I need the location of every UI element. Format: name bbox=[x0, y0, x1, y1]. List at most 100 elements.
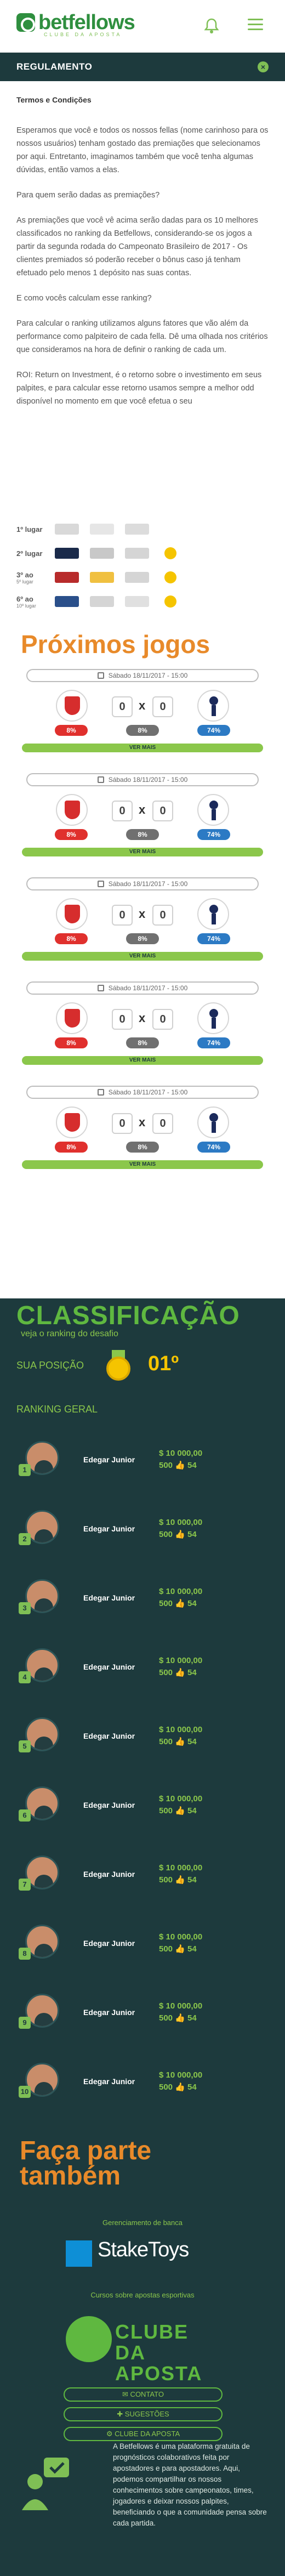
rank-number: 2 bbox=[19, 1533, 31, 1545]
user-name: Edegar Junior bbox=[83, 1732, 135, 1740]
ranking-row[interactable]: 6 Edegar Junior $ 10 000,00 500 👍 54 bbox=[16, 1785, 269, 1824]
bank-management-label: Gerenciamento de banca bbox=[102, 2218, 183, 2227]
game-date: Sábado 18/11/2017 - 15:00 bbox=[26, 981, 259, 995]
game-date: Sábado 18/11/2017 - 15:00 bbox=[26, 877, 259, 890]
prize-icon bbox=[90, 596, 114, 607]
home-odd-badge: 8% bbox=[55, 725, 88, 736]
see-more-button[interactable]: VER MAIS bbox=[22, 1160, 263, 1169]
draw-odd-badge: 8% bbox=[126, 1142, 159, 1153]
home-team-crest bbox=[56, 1107, 88, 1138]
your-position-label: SUA POSIÇÃO bbox=[16, 1360, 84, 1371]
coin-icon bbox=[164, 595, 176, 608]
game-card: Sábado 18/11/2017 - 15:00 0 x 0 8% 8% 74… bbox=[22, 773, 263, 877]
ranking-row[interactable]: 3 Edegar Junior $ 10 000,00 500 👍 54 bbox=[16, 1578, 269, 1616]
home-score-input[interactable]: 0 bbox=[112, 1113, 133, 1134]
see-more-button[interactable]: VER MAIS bbox=[22, 1056, 263, 1065]
home-score-input[interactable]: 0 bbox=[112, 1009, 133, 1030]
betfellows-logo[interactable]: betfellows bbox=[16, 12, 135, 33]
games-list: Sábado 18/11/2017 - 15:00 0 x 0 8% 8% 74… bbox=[0, 659, 285, 1190]
game-date: Sábado 18/11/2017 - 15:00 bbox=[26, 1086, 259, 1099]
draw-odd-badge: 8% bbox=[126, 725, 159, 736]
prize-row: 6º ao 10º lugar bbox=[16, 591, 269, 612]
rank-number: 3 bbox=[19, 1602, 31, 1614]
prize-icon bbox=[90, 548, 114, 559]
calendar-icon bbox=[97, 985, 104, 991]
ranking-row[interactable]: 1 Edegar Junior $ 10 000,00 500 👍 54 bbox=[16, 1440, 269, 1478]
user-name: Edegar Junior bbox=[83, 1593, 135, 1602]
ranking-row[interactable]: 7 Edegar Junior $ 10 000,00 500 👍 54 bbox=[16, 1854, 269, 1893]
versus-separator: x bbox=[139, 907, 146, 921]
away-team-crest bbox=[197, 794, 229, 826]
prize-icon bbox=[125, 572, 149, 583]
odds-row: 8% 8% 74% bbox=[55, 829, 230, 840]
match-row: 0 x 0 8% 8% 74% VER MAIS bbox=[22, 1102, 263, 1169]
ranking-row[interactable]: 9 Edegar Junior $ 10 000,00 500 👍 54 bbox=[16, 1993, 269, 2031]
away-score-input[interactable]: 0 bbox=[152, 1113, 173, 1134]
away-team-crest bbox=[197, 898, 229, 930]
user-name: Edegar Junior bbox=[83, 1801, 135, 1809]
user-name: Edegar Junior bbox=[83, 1870, 135, 1879]
game-card: Sábado 18/11/2017 - 15:00 0 x 0 8% 8% 74… bbox=[22, 877, 263, 981]
ranking-row[interactable]: 5 Edegar Junior $ 10 000,00 500 👍 54 bbox=[16, 1716, 269, 1755]
prize-icon bbox=[55, 596, 79, 607]
away-odd-badge: 74% bbox=[197, 1037, 230, 1048]
prize-icon bbox=[125, 596, 149, 607]
prize-table: 1º lugar 2º lugar 3º ao 5º lugar 6º ao 10º… bbox=[0, 519, 285, 617]
home-score-input[interactable]: 0 bbox=[112, 905, 133, 926]
clube-da-aposta-button[interactable]: ⚙ CLUBE DA APOSTA bbox=[64, 2427, 223, 2441]
close-icon[interactable]: × bbox=[258, 61, 269, 72]
ranking-row[interactable]: 10 Edegar Junior $ 10 000,00 500 👍 54 bbox=[16, 2062, 269, 2100]
logo-subtitle: CLUBE DA APOSTA bbox=[44, 32, 122, 37]
away-score-input[interactable]: 0 bbox=[152, 1009, 173, 1030]
home-score-input[interactable]: 0 bbox=[112, 801, 133, 821]
versus-separator: x bbox=[139, 1011, 146, 1025]
ranking-row[interactable]: 2 Edegar Junior $ 10 000,00 500 👍 54 bbox=[16, 1509, 269, 1547]
clube-da-aposta-logo[interactable]: CLUBE DA APOSTA bbox=[60, 2308, 225, 2384]
draw-odd-badge: 8% bbox=[126, 829, 159, 840]
rules-paragraph: Esperamos que você e todos os nossos fel… bbox=[16, 126, 269, 174]
odds-row: 8% 8% 74% bbox=[55, 1142, 230, 1153]
away-score-input[interactable]: 0 bbox=[152, 801, 173, 821]
rank-number: 8 bbox=[19, 1948, 31, 1960]
community-icon bbox=[22, 2458, 69, 2510]
odds-row: 8% 8% 74% bbox=[55, 1037, 230, 1048]
home-score-input[interactable]: 0 bbox=[112, 696, 133, 717]
versus-separator: x bbox=[139, 1115, 146, 1129]
away-score-input[interactable]: 0 bbox=[152, 905, 173, 926]
classification-title: CLASSIFICAÇÃO bbox=[16, 1301, 240, 1330]
user-name: Edegar Junior bbox=[83, 2077, 135, 2086]
hamburger-menu-icon[interactable] bbox=[248, 19, 263, 31]
ranking-row[interactable]: 4 Edegar Junior $ 10 000,00 500 👍 54 bbox=[16, 1647, 269, 1686]
rules-paragraph: As premiações que você vê acima serão da… bbox=[16, 216, 258, 277]
home-odd-badge: 8% bbox=[55, 1037, 88, 1048]
contact-button[interactable]: ✉ CONTATO bbox=[64, 2387, 223, 2402]
prize-row: 3º ao 5º lugar bbox=[16, 567, 269, 588]
away-odd-badge: 74% bbox=[197, 725, 230, 736]
regulamento-title: REGULAMENTO bbox=[16, 61, 93, 72]
prize-icon bbox=[125, 524, 149, 535]
your-position-value: 01º bbox=[148, 1352, 179, 1375]
regulamento-bar[interactable]: REGULAMENTO × bbox=[0, 53, 285, 81]
staketoys-logo[interactable]: StakeToys bbox=[66, 2237, 225, 2270]
coin-icon bbox=[164, 571, 176, 583]
user-name: Edegar Junior bbox=[83, 2008, 135, 2017]
see-more-button[interactable]: VER MAIS bbox=[22, 848, 263, 856]
away-team-crest bbox=[197, 690, 229, 722]
suggestions-button[interactable]: ✚ SUGESTÕES bbox=[64, 2407, 223, 2421]
user-stats: $ 10 000,00 500 👍 54 bbox=[159, 1794, 203, 1815]
bell-icon[interactable] bbox=[204, 18, 219, 34]
logo-text: betfellows bbox=[38, 11, 135, 34]
rank-number: 5 bbox=[19, 1740, 31, 1752]
calendar-icon bbox=[97, 1089, 104, 1096]
medal-icon bbox=[104, 1350, 133, 1384]
staketoys-text: StakeToys bbox=[98, 2238, 189, 2261]
prize-row: 1º lugar bbox=[16, 519, 269, 540]
see-more-button[interactable]: VER MAIS bbox=[22, 952, 263, 961]
prize-icon bbox=[125, 548, 149, 559]
away-score-input[interactable]: 0 bbox=[152, 696, 173, 717]
see-more-button[interactable]: VER MAIS bbox=[22, 744, 263, 752]
phone-icon bbox=[55, 548, 79, 559]
ranking-row[interactable]: 8 Edegar Junior $ 10 000,00 500 👍 54 bbox=[16, 1924, 269, 1962]
home-odd-badge: 8% bbox=[55, 1142, 88, 1153]
prize-icon bbox=[90, 524, 114, 535]
